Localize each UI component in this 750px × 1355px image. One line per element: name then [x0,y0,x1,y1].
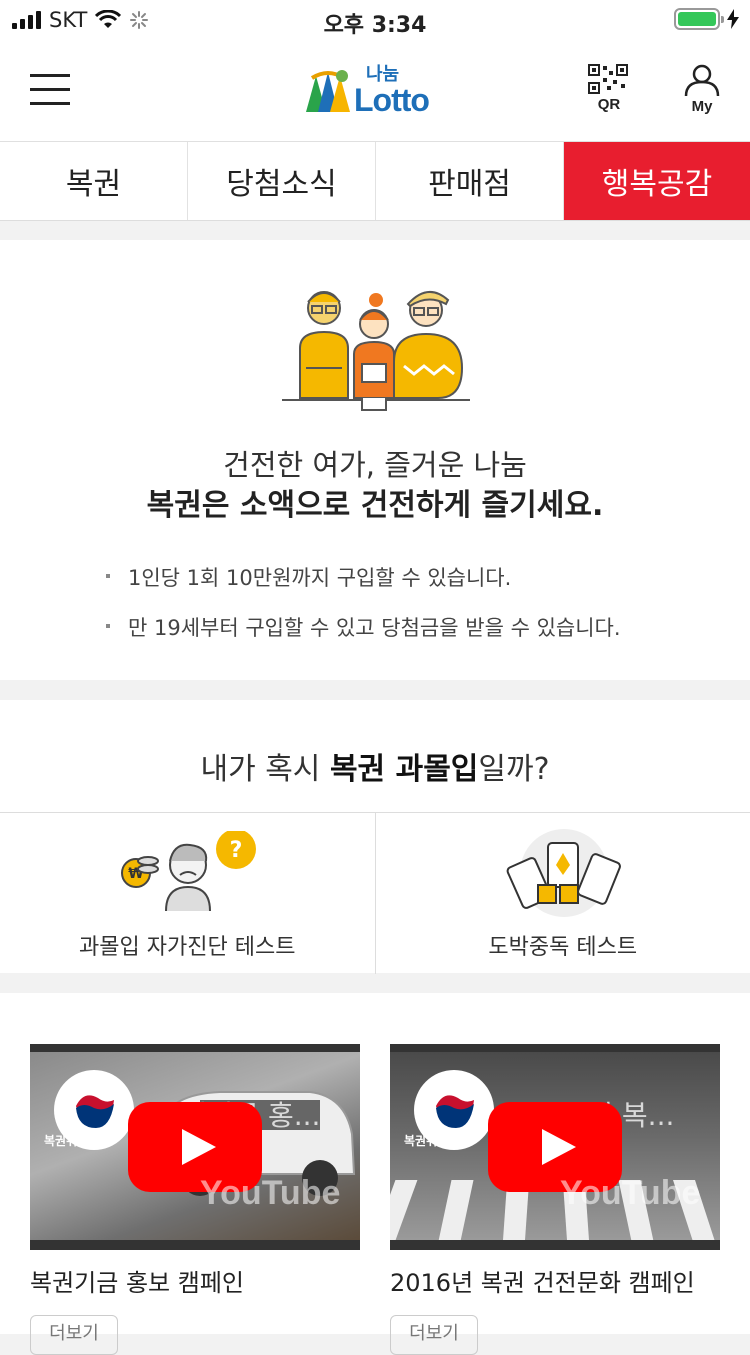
video-panel: 복권기금 홍... 복권위원회 YouTube 복권기금 홍보 캠페인 더보기 … [0,993,750,1334]
menu-icon[interactable] [30,74,70,106]
video-tag[interactable]: 더보기 [30,1315,118,1355]
tab-happiness[interactable]: 행복공감 [564,142,750,220]
logo-big-label: Lotto [354,82,429,118]
video-tag[interactable]: 더보기 [390,1315,478,1355]
intro-bullets: 1인당 1회 10만원까지 구입할 수 있습니다. 만 19세부터 구입할 수 … [106,562,621,662]
bullet-item: 1인당 1회 10만원까지 구입할 수 있습니다. [106,562,621,592]
addiction-title-post: 일까? [478,752,549,787]
status-bar: SKT 오후 3:34 [0,0,750,40]
my-page-button[interactable]: My [680,64,724,114]
video-caption[interactable]: 복권기금 홍보 캠페인 [30,1263,244,1298]
tab-stores[interactable]: 판매점 [376,142,564,220]
video-thumbnail[interactable]: 2016년 복... 복권위원회 YouTube [390,1044,720,1250]
intro-line2: 복권은 소액으로 건전하게 즐기세요. [0,480,750,524]
qr-button[interactable]: QR [586,64,632,114]
family-illustration-icon [278,288,478,418]
logo-emblem-icon [302,66,354,114]
intro-panel: 건전한 여가, 즐거운 나눔 복권은 소액으로 건전하게 즐기세요. 1인당 1… [0,240,750,680]
app-header: 나눔 Lotto QR My [0,40,750,142]
my-label: My [680,100,724,114]
youtube-watermark: YouTube [560,1174,700,1213]
tab-winning-news[interactable]: 당첨소식 [188,142,376,220]
battery-icon [674,8,720,30]
seal-label: 복권위원회 [404,1132,459,1149]
self-diagnosis-icon: ₩ ? [114,831,264,911]
youtube-watermark: YouTube [200,1174,340,1213]
logo-text: 나눔 Lotto [354,60,429,119]
status-time: 오후 3:34 [0,7,750,39]
seal-label: 복권위원회 [44,1132,99,1149]
svg-text:?: ? [230,838,243,863]
charging-bolt-icon [726,9,740,29]
addiction-panel: 내가 혹시 복권 과몰입일까? ₩ ? 과몰입 자가진단 테스트 [0,700,750,973]
qr-label: QR [586,98,632,112]
addiction-title-pre: 내가 혹시 [200,752,329,787]
lotto-logo[interactable]: 나눔 Lotto [302,60,452,120]
addiction-title: 내가 혹시 복권 과몰입일까? [0,744,750,788]
logo-big-text: Lotto [354,82,429,119]
user-icon [682,64,722,96]
tab-lottery[interactable]: 복권 [0,142,188,220]
bullet-item: 만 19세부터 구입할 수 있고 당첨금을 받을 수 있습니다. [106,612,621,642]
gambling-test-label: 도박중독 테스트 [376,929,750,961]
status-right [674,8,740,30]
gambling-cards-icon [504,829,624,919]
intro-line1: 건전한 여가, 즐거운 나눔 [0,442,750,484]
addiction-title-bold: 복권 과몰입 [330,752,478,787]
video-caption[interactable]: 2016년 복권 건전문화 캠페인 [390,1263,695,1298]
test-row: ₩ ? 과몰입 자가진단 테스트 도박중독 테 [0,812,750,974]
qr-code-icon [587,64,631,94]
main-tabs: 복권 당첨소식 판매점 행복공감 [0,142,750,221]
self-diagnosis-label: 과몰입 자가진단 테스트 [0,929,375,961]
video-thumbnail[interactable]: 복권기금 홍... 복권위원회 YouTube [30,1044,360,1250]
self-diagnosis-test-button[interactable]: ₩ ? 과몰입 자가진단 테스트 [0,813,375,974]
gambling-test-button[interactable]: 도박중독 테스트 [375,813,750,974]
